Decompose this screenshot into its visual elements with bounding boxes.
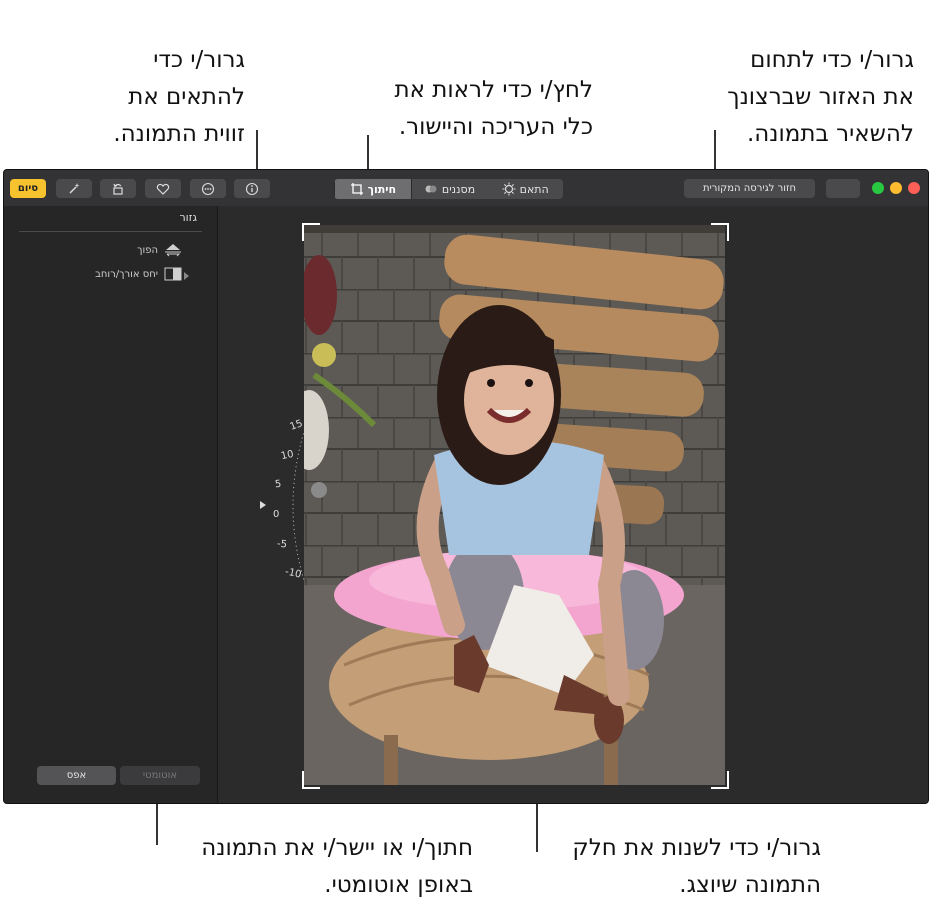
done-button[interactable]: סיום xyxy=(10,179,46,198)
callout-line: לחץ/י כדי לראות את xyxy=(394,77,594,103)
rotate-icon[interactable] xyxy=(100,179,136,198)
dial-tick-label: 5 xyxy=(274,478,282,491)
aspect-ratio-option[interactable]: יחס אורך/רוחב xyxy=(95,267,182,281)
adjust-icon xyxy=(502,182,516,196)
callout-line: באופן אוטומטי. xyxy=(324,872,473,898)
tab-filters[interactable]: מסננים xyxy=(410,179,488,199)
sidebar-divider xyxy=(19,231,202,232)
dial-pointer-icon xyxy=(260,501,266,509)
minimize-window-button[interactable] xyxy=(890,182,902,194)
dial-tick-label: 0 xyxy=(273,509,280,520)
callout-adjust-angle: גרור/י כדי להתאים את זווית התמונה. xyxy=(113,42,245,153)
crop-handle-bottom-right[interactable] xyxy=(711,771,729,789)
photos-edit-window: סיום חיתוך מסננים התאם חזור לגירסה המקור… xyxy=(3,169,929,804)
crop-handle-top-right[interactable] xyxy=(711,223,729,241)
callout-crop-area: גרור/י כדי לתחום את האזור שברצונך להשאיר… xyxy=(727,42,914,153)
tab-adjust-label: התאם xyxy=(519,182,549,196)
callout-auto-crop: חתוך/י או יישר/י את התמונה באופן אוטומטי… xyxy=(201,830,473,904)
tab-crop-label: חיתוך xyxy=(367,182,397,196)
tab-adjust[interactable]: התאם xyxy=(487,179,563,199)
callout-pan-photo: גרור/י כדי לשנות את חלק התמונה שיוצג. xyxy=(572,830,821,904)
auto-button[interactable]: אוטומטי xyxy=(120,766,200,785)
dial-tick-label: -5 xyxy=(276,538,288,551)
zoom-window-button[interactable] xyxy=(872,182,884,194)
callout-line: גרור/י כדי xyxy=(153,47,245,73)
callout-line: גרור/י כדי לשנות את חלק xyxy=(572,835,821,861)
callout-line: להתאים את xyxy=(128,84,245,110)
crop-icon xyxy=(350,183,363,195)
disclosure-triangle-icon[interactable] xyxy=(184,272,189,280)
revert-to-original-button[interactable]: חזור לגירסה המקורית xyxy=(684,179,815,198)
aspect-ratio-label: יחס אורך/רוחב xyxy=(95,268,158,280)
crop-handle-top-left[interactable] xyxy=(302,223,320,241)
callout-line: גרור/י כדי לתחום xyxy=(750,47,914,73)
callout-line: את האזור שברצונך xyxy=(727,84,914,110)
callout-line: כלי העריכה והיישור. xyxy=(398,114,593,140)
flip-option[interactable]: הפוך xyxy=(137,243,182,257)
callout-line: להשאיר בתמונה. xyxy=(746,121,914,147)
heart-icon[interactable] xyxy=(145,179,181,198)
window-control-placeholder xyxy=(826,179,860,198)
toolbar: סיום חיתוך מסננים התאם חזור לגירסה המקור… xyxy=(4,170,928,207)
flip-label: הפוך xyxy=(137,244,158,256)
more-icon[interactable] xyxy=(190,179,226,198)
tab-filters-label: מסננים xyxy=(441,182,476,196)
photo-canvas: 15 10 5 0 -5 -10 xyxy=(218,206,928,803)
aspect-icon xyxy=(164,267,182,281)
callout-line: זווית התמונה. xyxy=(113,121,245,147)
flip-icon xyxy=(165,244,181,257)
sidebar-title: גזור xyxy=(179,211,197,224)
magic-wand-icon[interactable] xyxy=(56,179,92,198)
photo-image xyxy=(304,225,725,785)
crop-handle-bottom-left[interactable] xyxy=(302,771,320,789)
callout-edit-tools: לחץ/י כדי לראות את כלי העריכה והיישור. xyxy=(395,72,594,146)
callout-line: התמונה שיוצג. xyxy=(679,872,821,898)
reset-button[interactable]: אפס xyxy=(37,766,116,785)
close-window-button[interactable] xyxy=(908,182,920,194)
info-icon[interactable] xyxy=(234,179,270,198)
tab-crop[interactable]: חיתוך xyxy=(334,179,411,199)
callout-line: חתוך/י או יישר/י את התמונה xyxy=(201,835,473,861)
crop-sidebar: גזור הפוך יחס אורך/רוחב אוטומטי אפס xyxy=(4,206,218,803)
edit-mode-tabs: חיתוך מסננים התאם xyxy=(334,179,563,199)
edited-photo[interactable] xyxy=(304,225,725,785)
filters-icon xyxy=(425,185,437,193)
